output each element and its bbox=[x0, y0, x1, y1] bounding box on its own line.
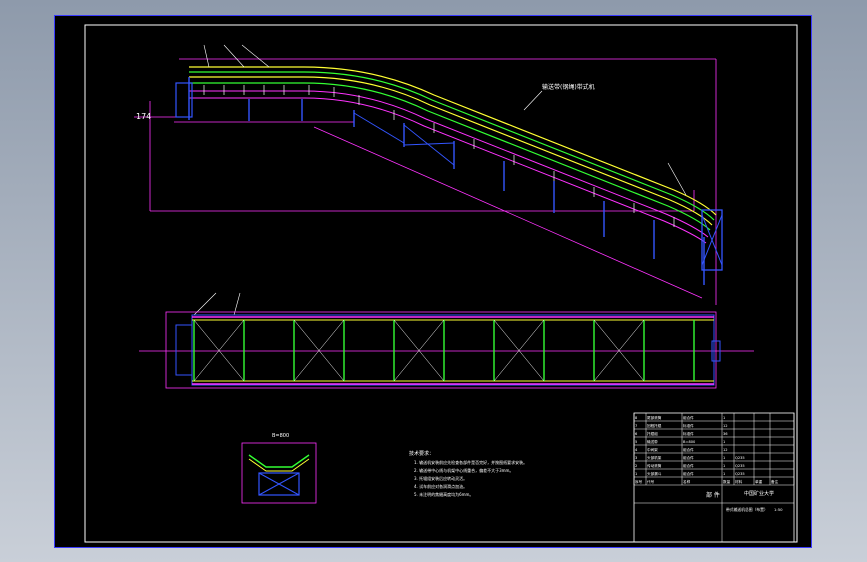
title-block-cell: 1 bbox=[723, 464, 725, 468]
belt-label: 输送带(钢绳)带式机 bbox=[542, 83, 595, 91]
title-block-cell: 4 bbox=[635, 448, 638, 452]
title-block-cell: 传动滚筒 bbox=[647, 463, 662, 468]
title-block-cell: 单重 bbox=[755, 479, 763, 484]
title-block-scale: 1:50 bbox=[774, 507, 783, 512]
height-dim-label: 174 bbox=[136, 112, 151, 121]
title-block-cell: 1 bbox=[723, 416, 725, 420]
note-line: 1. 输送机安装前应先检查各部件是否完好，并按图纸要求安装。 bbox=[414, 459, 527, 465]
title-block-cell: 组合件 bbox=[683, 415, 694, 420]
plan-view bbox=[139, 311, 754, 389]
title-block-cell: 名称 bbox=[683, 479, 691, 484]
title-block-cell: 5 bbox=[635, 440, 637, 444]
title-block-cell: Q235 bbox=[735, 456, 745, 460]
title-block-cell: 材料 bbox=[735, 479, 743, 484]
cross-section-view: B=800 bbox=[241, 433, 317, 504]
title-block-drawing-name: 带式输送机总图（布置） bbox=[726, 507, 768, 512]
title-block-cell: 中间架 bbox=[647, 447, 658, 452]
note-line: 3. 托辊组安装后应转动灵活。 bbox=[414, 475, 467, 481]
title-block-cell: 12 bbox=[723, 424, 728, 428]
title-block-cell: 7 bbox=[635, 424, 637, 428]
title-block-cell: 头部漏斗 bbox=[647, 471, 662, 476]
title-block: 8 尾部滚筒 组合件 17 回程托辊 标准件 126 托辊组 标准件 365 输送带 B=800 14 中… bbox=[633, 412, 795, 543]
title-block-cell: Q235 bbox=[735, 472, 745, 476]
title-block-cell: 6 bbox=[635, 432, 638, 436]
title-block-cell: B=800 bbox=[683, 440, 696, 444]
title-block-cell: 代号 bbox=[647, 479, 655, 484]
title-block-cell: 备注 bbox=[771, 479, 779, 484]
belt-line-2 bbox=[189, 71, 715, 221]
title-block-cell: 组合件 bbox=[683, 455, 694, 460]
note-line: 2. 输送带中心线与机架中心线重合，偏差不大于3mm。 bbox=[414, 467, 513, 473]
notes-title: 技术要求： bbox=[409, 450, 434, 457]
title-block-cell: Q235 bbox=[735, 464, 745, 468]
belt-line-3 bbox=[189, 76, 713, 226]
title-block-cell: 序号 bbox=[635, 479, 643, 484]
title-block-cell: 1 bbox=[723, 472, 725, 476]
title-block-cell: 1 bbox=[635, 472, 637, 476]
cad-drawing: 1 7 4 输送带(钢绳)带式机 B=800 技术要求： 1. 输送机安装前应先检查… bbox=[54, 15, 812, 548]
title-block-cell: 2 bbox=[635, 464, 637, 468]
elevation-view: 174 输送带(钢绳)带式机 bbox=[134, 44, 723, 316]
title-block-cell: 12 bbox=[723, 448, 728, 452]
title-block-cell: 8 bbox=[635, 416, 638, 420]
title-block-cell: 输送带 bbox=[647, 439, 658, 444]
title-block-cell: 组合件 bbox=[683, 463, 694, 468]
title-block-cell: 标准件 bbox=[683, 431, 694, 436]
belt-line-1 bbox=[189, 66, 717, 216]
belt-line-6 bbox=[189, 97, 707, 244]
title-block-cell: 3 bbox=[635, 456, 637, 460]
title-block-cell: 头部机架 bbox=[647, 455, 662, 460]
title-block-cell: 托辊组 bbox=[647, 431, 658, 436]
title-block-cell: 1 bbox=[723, 440, 725, 444]
title-block-cell: 数量 bbox=[723, 479, 731, 484]
drawing-sheet: 1 7 4 输送带(钢绳)带式机 B=800 技术要求： 1. 输送机安装前应先检查… bbox=[54, 15, 812, 548]
title-block-cell: 组合件 bbox=[683, 447, 694, 452]
title-block-cell: 回程托辊 bbox=[647, 423, 662, 428]
title-block-cell: 标准件 bbox=[683, 423, 694, 428]
title-block-cell: 36 bbox=[723, 432, 728, 436]
title-block-parts: 部 件 bbox=[706, 491, 720, 499]
title-block-cell: 组合件 bbox=[683, 471, 694, 476]
title-block-company: 中国矿业大学 bbox=[744, 490, 774, 497]
section-label: B=800 bbox=[272, 433, 289, 439]
note-line: 4. 试车前应对各润滑点加油。 bbox=[414, 483, 467, 489]
note-line: 5. 未注明的焦缝高度均为6mm。 bbox=[414, 491, 473, 497]
title-block-cell: 1 bbox=[723, 456, 725, 460]
title-block-cell: 尾部滚筒 bbox=[647, 415, 662, 420]
technical-notes: 技术要求： 1. 输送机安装前应先检查各部件是否完好，并按图纸要求安装。 2. … bbox=[409, 450, 527, 497]
